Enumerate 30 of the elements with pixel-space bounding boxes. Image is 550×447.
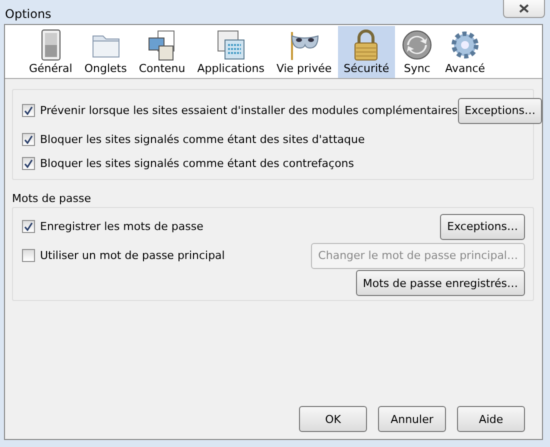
dialog-button[interactable]: Annuler — [378, 406, 446, 432]
toolbar-tab[interactable]: Sécurité — [338, 26, 396, 78]
checkbox[interactable]: Utiliser un mot de passe principal — [22, 249, 225, 262]
checkbox-box[interactable] — [22, 249, 35, 262]
group-title: Mots de passe — [12, 192, 92, 205]
toolbar-tab[interactable]: Avancé — [439, 26, 492, 78]
checkbox[interactable]: Bloquer les sites signalés comme étant des sites d'attaque — [22, 132, 365, 146]
sync-icon — [401, 28, 434, 62]
toolbar-tab[interactable]: Onglets — [78, 26, 133, 78]
close-icon — [519, 4, 529, 13]
checkbox-box[interactable] — [22, 132, 35, 146]
checkbox-box[interactable] — [22, 104, 35, 117]
window-title: Options — [5, 6, 52, 21]
calendar-icon — [214, 28, 247, 62]
toolbar-tab[interactable]: Vie privée — [270, 26, 338, 78]
toolbar-tab[interactable]: Général — [23, 26, 78, 78]
dialog-button[interactable]: Exceptions… — [458, 98, 542, 124]
dialog-button[interactable]: Aide — [457, 406, 525, 432]
checkbox[interactable]: Prévenir lorsque les sites essaient d'installer des modules complémentaires — [22, 104, 458, 117]
dialog-button[interactable]: Exceptions… — [440, 214, 525, 240]
checkbox-box[interactable] — [22, 220, 35, 233]
checkbox[interactable]: Enregistrer les mots de passe — [22, 220, 204, 233]
close-button[interactable] — [503, 0, 545, 18]
checkbox[interactable]: Bloquer les sites signalés comme étant des contrefaçons — [22, 156, 354, 170]
toolbar-tab[interactable]: Contenu — [132, 26, 192, 78]
dialog-button[interactable]: Mots de passe enregistrés… — [356, 270, 525, 296]
toolbar-tab[interactable]: Applications — [191, 26, 270, 78]
dialog-button[interactable]: OK — [299, 406, 367, 432]
checkbox-box[interactable] — [22, 156, 35, 170]
toolbar-tab[interactable]: Sync — [395, 26, 440, 78]
